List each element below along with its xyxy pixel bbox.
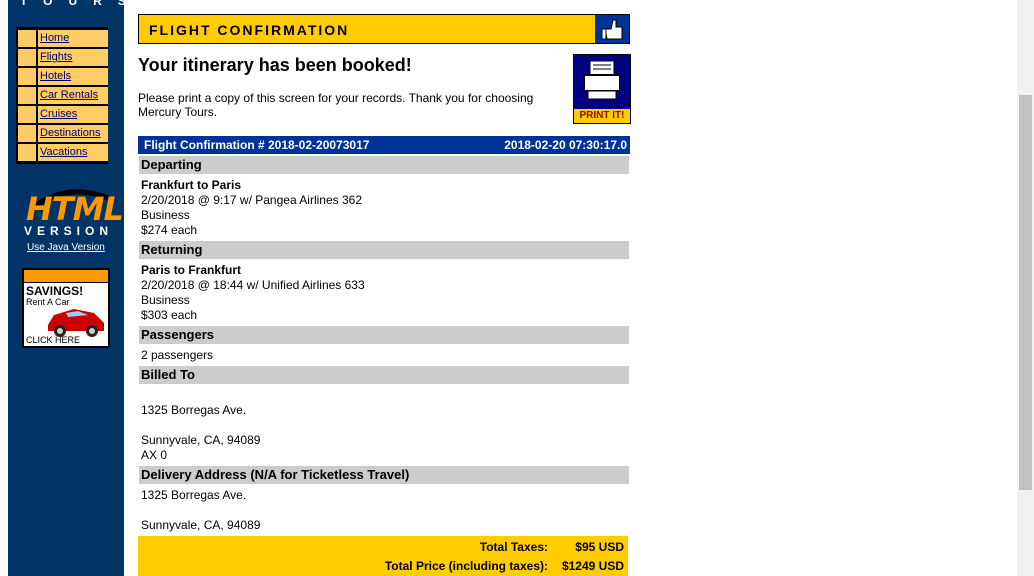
returning-label: Returning: [141, 242, 203, 257]
nav-item-cruises[interactable]: Cruises: [18, 106, 108, 123]
nav-link-cell: Hotels: [36, 68, 108, 85]
print-it-button[interactable]: PRINT IT!: [573, 54, 631, 124]
passengers-section-header: Passengers: [139, 326, 629, 344]
car-rental-ad[interactable]: SAVINGS! Rent A Car CLICK HERE: [22, 268, 110, 348]
nav-bullet: [18, 87, 34, 104]
departing-label: Departing: [141, 157, 202, 172]
total-taxes-value: $95 USD: [575, 540, 624, 554]
total-price-value: $1249 USD: [561, 559, 624, 573]
html-badge-text: HTML: [26, 190, 124, 228]
departing-price: $274 each: [141, 223, 198, 237]
total-taxes-label: Total Taxes:: [479, 540, 548, 554]
nav-bullet: [18, 68, 34, 85]
nav-item-vacations[interactable]: Vacations: [18, 144, 108, 161]
departing-flight: 2/20/2018 @ 9:17 w/ Pangea Airlines 362: [141, 193, 363, 207]
thumbs-up-icon: [595, 15, 629, 43]
nav-item-car-rentals[interactable]: Car Rentals: [18, 87, 108, 104]
nav-link-destinations[interactable]: Destinations: [40, 127, 101, 139]
nav-bullet: [18, 49, 34, 66]
total-price-label: Total Price (including taxes):: [384, 559, 548, 573]
nav-link-cell: Flights: [36, 49, 108, 66]
confirmation-timestamp: 2018-02-20 07:30:17.0: [504, 138, 627, 152]
nav-bullet: [18, 30, 34, 47]
nav-link-flights[interactable]: Flights: [40, 51, 72, 63]
nav-link-hotels[interactable]: Hotels: [40, 70, 71, 82]
flight-confirmation-header: FLIGHT CONFIRMATION: [138, 14, 630, 44]
nav-link-home[interactable]: Home: [40, 32, 69, 44]
delivery-address-line2: Sunnyvale, CA, 94089: [141, 518, 261, 532]
returning-class: Business: [141, 293, 190, 307]
delivery-address-line1: 1325 Borregas Ave.: [141, 488, 247, 502]
confirmation-number: Flight Confirmation # 2018-02-20073017: [144, 138, 370, 152]
passenger-count: 2 passengers: [141, 348, 214, 362]
departing-class: Business: [141, 208, 190, 222]
nav-item-destinations[interactable]: Destinations: [18, 125, 108, 142]
nav-item-flights[interactable]: Flights: [18, 49, 108, 66]
delivery-label: Delivery Address (N/A for Ticketless Tra…: [141, 467, 410, 482]
nav-link-vacations[interactable]: Vacations: [40, 146, 88, 158]
returning-section-header: Returning: [139, 241, 629, 259]
left-sidebar: TOURS Home Flights Hotels Car Rentals Cr…: [8, 0, 142, 576]
passengers-label: Passengers: [141, 327, 214, 342]
delivery-section-header: Delivery Address (N/A for Ticketless Tra…: [139, 466, 629, 484]
nav-menu: Home Flights Hotels Car Rentals Cruises …: [16, 27, 108, 164]
red-car-icon: [48, 309, 104, 337]
ad-orange-strip: [24, 270, 108, 282]
thumbs-up-glyph: [601, 19, 623, 40]
ad-title: SAVINGS!: [26, 284, 84, 298]
returning-route: Paris to Frankfurt: [141, 263, 242, 277]
ad-click-here: CLICK HERE: [26, 335, 81, 345]
printer-icon: [584, 61, 620, 100]
nav-bullet: [18, 106, 34, 123]
nav-link-cell: Home: [36, 30, 108, 47]
nav-link-cell: Car Rentals: [36, 87, 108, 104]
totals-panel: Total Taxes: $95 USD Total Price (includ…: [138, 536, 628, 576]
nav-link-cell: Cruises: [36, 106, 108, 123]
page-title: FLIGHT CONFIRMATION: [149, 22, 350, 38]
print-message: Please print a copy of this screen for y…: [138, 91, 534, 119]
nav-link-car-rentals[interactable]: Car Rentals: [40, 89, 98, 101]
departing-section-header: Departing: [139, 156, 629, 174]
billed-address-line2: Sunnyvale, CA, 94089: [141, 433, 261, 447]
billed-to-section-header: Billed To: [139, 366, 629, 384]
nav-bullet: [18, 125, 34, 142]
java-version-link[interactable]: Use Java Version: [27, 242, 105, 253]
nav-link-cruises[interactable]: Cruises: [40, 108, 77, 120]
nav-item-hotels[interactable]: Hotels: [18, 68, 108, 85]
logo-text: TOURS: [20, 0, 142, 8]
nav-bullet: [18, 144, 34, 161]
print-it-label: PRINT IT!: [574, 109, 630, 123]
nav-link-cell: Vacations: [36, 144, 108, 161]
booked-heading: Your itinerary has been booked!: [138, 55, 412, 75]
billed-card: AX 0: [141, 448, 168, 462]
ad-body: SAVINGS! Rent A Car CLICK HERE: [24, 283, 108, 346]
returning-price: $303 each: [141, 308, 198, 322]
version-badge-text: VERSION: [24, 224, 114, 238]
confirmation-header-row: Flight Confirmation # 2018-02-20073017 2…: [138, 136, 630, 154]
billed-address-line1: 1325 Borregas Ave.: [141, 403, 247, 417]
vertical-scrollbar[interactable]: [1017, 0, 1034, 576]
nav-link-cell: Destinations: [36, 125, 108, 142]
nav-item-home[interactable]: Home: [18, 30, 108, 47]
returning-flight: 2/20/2018 @ 18:44 w/ Unified Airlines 63…: [141, 278, 365, 292]
departing-route: Frankfurt to Paris: [141, 178, 242, 192]
html-version-badge: HTML VERSION: [22, 186, 124, 238]
scrollbar-thumb[interactable]: [1019, 95, 1032, 490]
billed-to-label: Billed To: [141, 367, 195, 382]
